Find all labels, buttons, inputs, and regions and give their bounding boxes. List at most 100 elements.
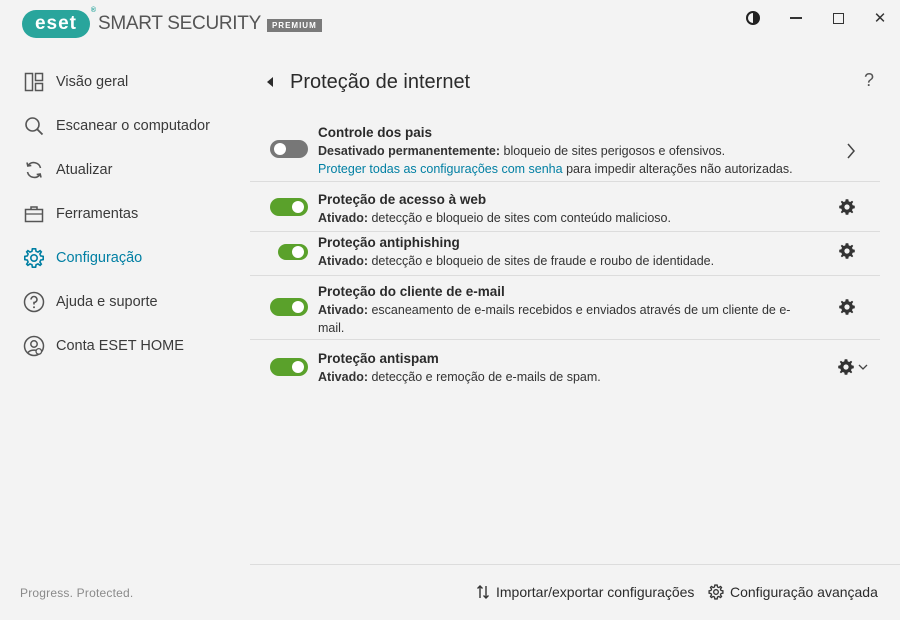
- toggle-knob: [274, 143, 286, 155]
- row-status-detail: detecção e remoção de e-mails de spam.: [368, 370, 601, 384]
- close-button[interactable]: ✕: [860, 4, 900, 32]
- email-client-settings-button[interactable]: [838, 298, 856, 316]
- email-client-toggle[interactable]: [270, 298, 308, 316]
- logo-registered-mark: ®: [90, 7, 97, 14]
- page-title: Proteção de internet: [290, 70, 471, 93]
- gear-icon: [839, 243, 855, 259]
- footer-divider: [250, 564, 900, 565]
- sidebar-item-overview[interactable]: Visão geral: [0, 60, 240, 104]
- toggle-cell: [250, 340, 308, 394]
- sidebar-item-update[interactable]: Atualizar: [0, 148, 240, 192]
- toggle-knob: [292, 246, 304, 258]
- row-title: Proteção de acesso à web: [318, 192, 487, 207]
- list-item-parental-control: Controle dos pais Desativado permanentem…: [250, 122, 880, 182]
- toggle-cell: [250, 232, 308, 272]
- chevron-right-icon: [847, 143, 855, 159]
- sidebar-item-setup[interactable]: Configuração: [0, 236, 240, 280]
- parental-control-toggle[interactable]: [270, 140, 308, 158]
- row-title: Proteção antiphishing: [318, 235, 460, 250]
- antiphishing-toggle[interactable]: [278, 244, 308, 260]
- row-status-detail: escaneamento de e-mails recebidos e envi…: [318, 303, 791, 335]
- eset-logo: eset ® SMART SECURITY PREMIUM: [22, 7, 322, 38]
- toggle-cell: [250, 122, 308, 176]
- password-protect-link[interactable]: Proteger todas as configurações com senh…: [318, 162, 563, 176]
- web-access-toggle[interactable]: [270, 198, 308, 216]
- sidebar-item-tools[interactable]: Ferramentas: [0, 192, 240, 236]
- link-tail-text: para impedir alterações não autorizadas.: [562, 162, 793, 176]
- gear-icon: [839, 299, 855, 315]
- search-icon: [22, 114, 46, 138]
- refresh-icon: [22, 158, 46, 182]
- antiphishing-settings-button[interactable]: [838, 242, 856, 260]
- toggle-knob: [292, 301, 304, 313]
- row-text: Proteção de acesso à web Ativado: detecç…: [308, 182, 880, 227]
- open-parental-control-button[interactable]: [846, 142, 856, 160]
- page-header: Proteção de internet ?: [250, 60, 880, 104]
- sidebar-item-label: Conta ESET HOME: [56, 338, 184, 354]
- chevron-down-icon: [858, 364, 868, 370]
- advanced-setup-button[interactable]: Configuração avançada: [708, 584, 878, 600]
- import-export-icon: [477, 585, 489, 599]
- sidebar-item-label: Ajuda e suporte: [56, 294, 158, 310]
- sidebar-item-help[interactable]: Ajuda e suporte: [0, 280, 240, 324]
- list-item-email-client: Proteção do cliente de e-mail Ativado: e…: [250, 276, 880, 340]
- list-item-antispam: Proteção antispam Ativado: detecção e re…: [250, 340, 880, 390]
- help-circle-icon: [22, 290, 46, 314]
- row-title: Controle dos pais: [318, 125, 433, 140]
- toggle-cell: [250, 276, 308, 338]
- import-export-button[interactable]: Importar/exportar configurações: [476, 584, 694, 600]
- row-description-link-line: Proteger todas as configurações com senh…: [318, 160, 880, 178]
- antispam-toggle[interactable]: [270, 358, 308, 376]
- minimize-button[interactable]: [776, 4, 816, 32]
- protection-list: Controle dos pais Desativado permanentem…: [250, 122, 880, 390]
- sidebar-item-label: Ferramentas: [56, 206, 139, 222]
- sidebar-item-label: Visão geral: [56, 74, 129, 90]
- maximize-button[interactable]: [818, 4, 858, 32]
- row-status-detail: detecção e bloqueio de sites de fraude e…: [368, 254, 715, 268]
- antispam-settings-button[interactable]: [837, 358, 868, 376]
- account-icon: [22, 334, 46, 358]
- close-icon: ✕: [873, 10, 887, 27]
- list-item-antiphishing: Proteção antiphishing Ativado: detecção …: [250, 232, 880, 276]
- row-status: Ativado:: [318, 211, 368, 225]
- row-text: Controle dos pais Desativado permanentem…: [308, 122, 880, 178]
- row-text: Proteção antispam Ativado: detecção e re…: [308, 340, 880, 386]
- contrast-toggle-button[interactable]: [733, 4, 773, 32]
- title-bar: eset ® SMART SECURITY PREMIUM ✕: [0, 0, 900, 46]
- import-export-label: Importar/exportar configurações: [496, 584, 695, 600]
- row-title: Proteção antispam: [318, 351, 439, 366]
- row-status: Desativado permanentemente:: [318, 144, 501, 158]
- dashboard-icon: [22, 70, 46, 94]
- row-status-detail: bloqueio de sites perigosos e ofensivos.: [500, 144, 726, 158]
- back-button[interactable]: [260, 72, 280, 92]
- back-arrow-icon: [267, 77, 273, 87]
- row-status: Ativado:: [318, 254, 368, 268]
- row-description: Ativado: detecção e bloqueio de sites co…: [318, 209, 880, 227]
- row-text: Proteção do cliente de e-mail Ativado: e…: [308, 276, 880, 337]
- sidebar-item-label: Atualizar: [56, 162, 113, 178]
- sidebar: Visão geral Escanear o computador Atuali…: [0, 60, 240, 368]
- toggle-knob: [292, 361, 304, 373]
- contrast-icon: [746, 11, 760, 25]
- web-access-settings-button[interactable]: [838, 198, 856, 216]
- sidebar-item-scan[interactable]: Escanear o computador: [0, 104, 240, 148]
- row-description: Desativado permanentemente: bloqueio de …: [318, 142, 880, 160]
- minimize-icon: [790, 17, 802, 19]
- product-name: SMART SECURITY: [98, 13, 261, 34]
- help-button[interactable]: ?: [858, 70, 880, 91]
- sidebar-item-label: Escanear o computador: [56, 118, 210, 134]
- gear-icon: [839, 199, 855, 215]
- sidebar-item-label: Configuração: [56, 250, 143, 266]
- maximize-icon: [832, 12, 844, 24]
- row-text: Proteção antiphishing Ativado: detecção …: [308, 232, 880, 270]
- row-status-detail: detecção e bloqueio de sites com conteúd…: [368, 211, 671, 225]
- tagline: Progress. Protected.: [20, 586, 134, 600]
- sidebar-item-account[interactable]: Conta ESET HOME: [0, 324, 240, 368]
- gear-icon: [708, 584, 724, 600]
- logo-text: eset: [34, 13, 78, 34]
- gear-icon: [838, 359, 854, 375]
- row-description: Ativado: escaneamento de e-mails recebid…: [318, 301, 810, 337]
- row-status: Ativado:: [318, 370, 368, 384]
- briefcase-icon: [22, 202, 46, 226]
- list-item-web-access: Proteção de acesso à web Ativado: detecç…: [250, 182, 880, 232]
